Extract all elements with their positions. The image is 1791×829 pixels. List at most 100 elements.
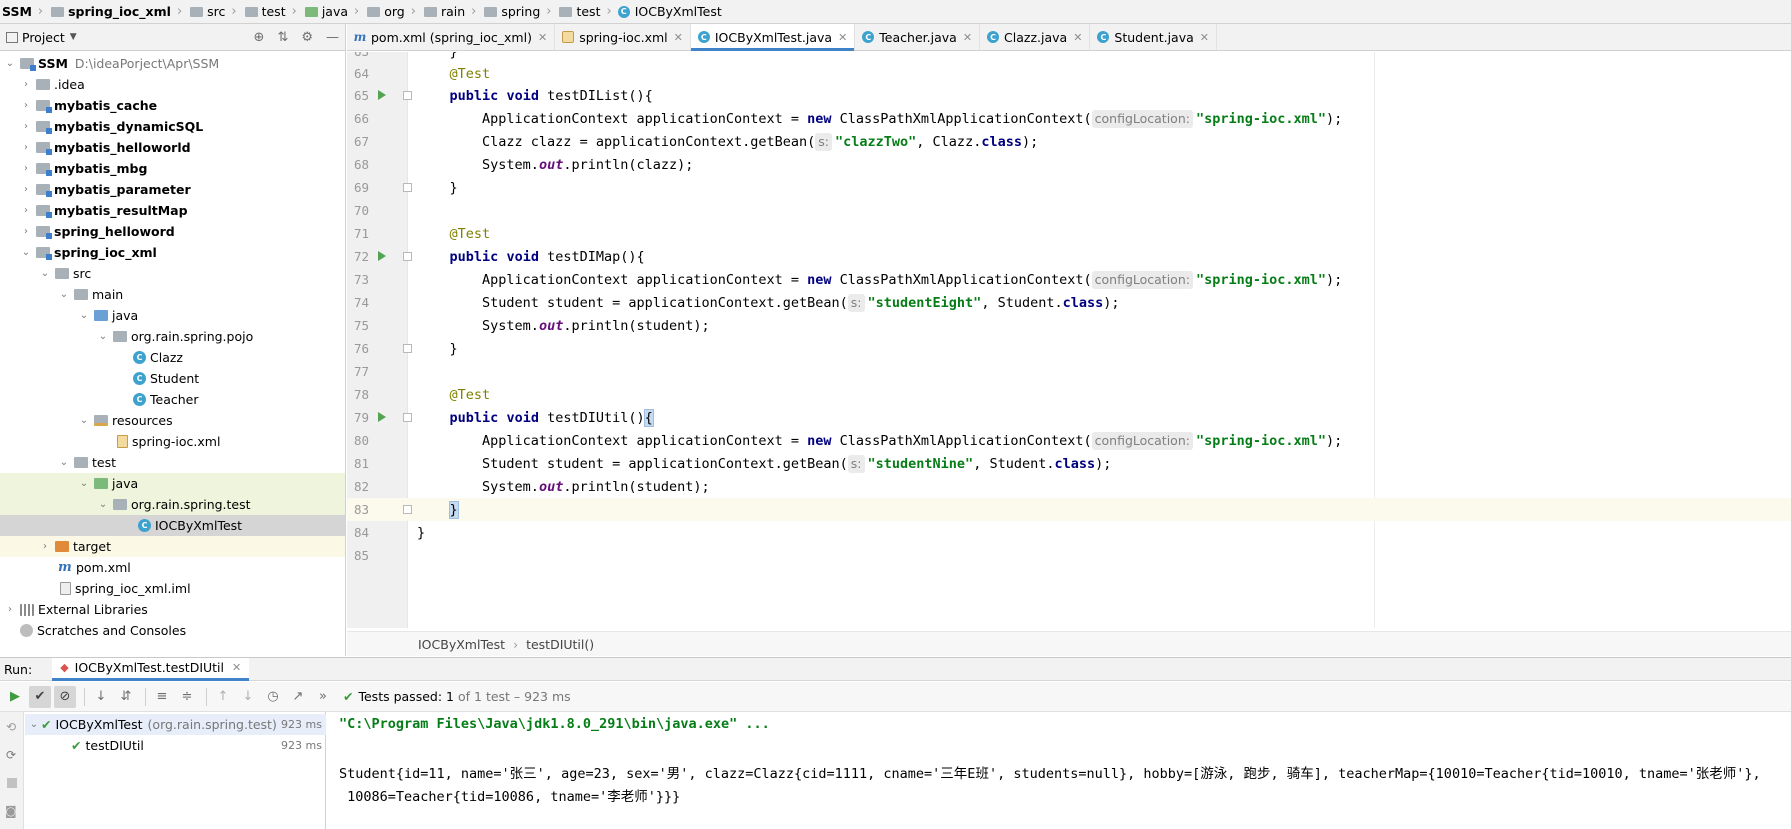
tree-item-student[interactable]: C Student [0, 368, 345, 389]
fold-icon[interactable] [403, 183, 412, 192]
tree-item-mybatis-dynamicsql[interactable]: › mybatis_dynamicSQL [0, 116, 345, 137]
code-editor[interactable]: 63 } 64 @Test 65 public void testDIList(… [347, 52, 1791, 628]
tab-student[interactable]: C Student.java ✕ [1090, 24, 1217, 50]
run-test-icon[interactable] [376, 250, 388, 262]
chevron-down-icon[interactable]: ⌄ [58, 457, 70, 468]
close-icon[interactable]: ✕ [538, 31, 547, 44]
tree-item-mybatis-parameter[interactable]: › mybatis_parameter [0, 179, 345, 200]
chevron-right-icon[interactable]: › [20, 205, 32, 216]
restore-icon[interactable]: ⟳ [6, 748, 16, 762]
fold-icon[interactable] [403, 91, 412, 100]
chevron-right-icon[interactable]: › [20, 163, 32, 174]
tree-item-resources[interactable]: ⌄ resources [0, 410, 345, 431]
chevron-right-icon[interactable]: › [4, 604, 16, 615]
editor-breadcrumb-method[interactable]: testDIUtil() [526, 637, 594, 652]
next-failed-icon[interactable]: ↓ [237, 686, 259, 708]
breadcrumb-test-pkg[interactable]: test › [557, 4, 617, 19]
fold-icon[interactable] [403, 344, 412, 353]
tree-item-ssm[interactable]: ⌄ SSM D:\ideaPorject\Apr\SSM [0, 53, 345, 74]
tree-item-test-java[interactable]: ⌄ java [0, 473, 345, 494]
tree-item-mybatis-cache[interactable]: › mybatis_cache [0, 95, 345, 116]
expand-all-icon[interactable]: ≡ [151, 686, 173, 708]
fold-icon[interactable] [403, 252, 412, 261]
chevron-down-icon[interactable]: ⌄ [20, 247, 32, 258]
console-output[interactable]: "C:\Program Files\Java\jdk1.8.0_291\bin\… [327, 712, 1791, 829]
breadcrumb-ssm[interactable]: SSM › [2, 4, 49, 19]
editor-breadcrumb-class[interactable]: IOCByXmlTest [418, 637, 505, 652]
breadcrumb-rain[interactable]: rain › [422, 4, 482, 19]
tree-item-src[interactable]: ⌄ src [0, 263, 345, 284]
tree-item-test-package[interactable]: ⌄ org.rain.spring.test [0, 494, 345, 515]
tree-item-scratches[interactable]: Scratches and Consoles [0, 620, 345, 641]
show-passed-icon[interactable]: ✔ [29, 685, 51, 708]
tree-item-iocbyxmltest[interactable]: C IOCByXmlTest [0, 515, 345, 536]
tree-item-spring-ioc-xml-file[interactable]: spring-ioc.xml [0, 431, 345, 452]
breadcrumb-test[interactable]: test › [243, 4, 303, 19]
breadcrumb-class[interactable]: C IOCByXmlTest [617, 4, 722, 19]
test-row-class[interactable]: ⌄ ✔ IOCByXmlTest (org.rain.spring.test) … [25, 714, 326, 735]
tree-item-pom-xml[interactable]: m pom.xml [0, 557, 345, 578]
tree-item-pojo-package[interactable]: ⌄ org.rain.spring.pojo [0, 326, 345, 347]
chevron-right-icon[interactable]: › [20, 121, 32, 132]
export-icon[interactable]: ↗ [287, 686, 309, 708]
chevron-down-icon[interactable]: ⌄ [78, 310, 90, 321]
tree-item-test[interactable]: ⌄ test [0, 452, 345, 473]
project-title[interactable]: Project [22, 30, 65, 45]
tree-item-mybatis-helloworld[interactable]: › mybatis_helloworld [0, 137, 345, 158]
tab-clazz[interactable]: C Clazz.java ✕ [980, 24, 1091, 50]
chevron-right-icon[interactable]: › [20, 184, 32, 195]
close-icon[interactable]: ✕ [838, 31, 847, 44]
more-icon[interactable]: » [312, 686, 334, 708]
chevron-down-icon[interactable]: ⌄ [27, 719, 41, 730]
chevron-right-icon[interactable]: › [39, 541, 51, 552]
breadcrumb-spring[interactable]: spring › [482, 4, 557, 19]
tree-item-clazz[interactable]: C Clazz [0, 347, 345, 368]
chevron-down-icon[interactable]: ⌄ [97, 499, 109, 510]
chevron-right-icon[interactable]: › [20, 79, 32, 90]
locate-icon[interactable]: ⊕ [254, 30, 265, 45]
chevron-down-icon[interactable]: ▼ [70, 32, 77, 42]
chevron-down-icon[interactable]: ⌄ [58, 289, 70, 300]
tab-teacher[interactable]: C Teacher.java ✕ [855, 24, 981, 50]
previous-failed-icon[interactable]: ↑ [212, 686, 234, 708]
breadcrumb-java[interactable]: java › [303, 4, 365, 19]
tree-item-spring-helloword[interactable]: › spring_helloword [0, 221, 345, 242]
tree-item-mybatis-mbg[interactable]: › mybatis_mbg [0, 158, 345, 179]
stop-icon[interactable] [7, 778, 17, 788]
collapse-all-icon[interactable]: ⇅ [277, 30, 288, 45]
tree-item-main[interactable]: ⌄ main [0, 284, 345, 305]
run-test-icon[interactable] [376, 411, 388, 423]
tab-pom-xml[interactable]: m pom.xml (spring_ioc_xml) ✕ [347, 24, 556, 50]
close-icon[interactable]: ✕ [674, 31, 683, 44]
history-icon[interactable]: ◷ [262, 686, 284, 708]
chevron-down-icon[interactable]: ⌄ [4, 58, 16, 69]
test-row-method[interactable]: ✔ testDIUtil 923 ms [25, 735, 326, 756]
tree-item-idea[interactable]: › .idea [0, 74, 345, 95]
breadcrumb-org[interactable]: org › [365, 4, 422, 19]
tree-item-target[interactable]: › target [0, 536, 345, 557]
collapse-all-icon[interactable]: ≑ [176, 686, 198, 708]
chevron-right-icon[interactable]: › [20, 226, 32, 237]
chevron-down-icon[interactable]: ⌄ [97, 331, 109, 342]
tab-spring-ioc-xml[interactable]: spring-ioc.xml ✕ [555, 24, 691, 50]
gear-icon[interactable]: ⚙ [301, 30, 313, 45]
chevron-right-icon[interactable]: › [20, 100, 32, 111]
close-icon[interactable]: ✕ [1200, 31, 1209, 44]
debug-icon[interactable]: ⟲ [6, 720, 16, 734]
show-ignored-icon[interactable]: ⊘ [54, 685, 76, 708]
chevron-down-icon[interactable]: ⌄ [78, 415, 90, 426]
tab-iocbyxmltest[interactable]: C IOCByXmlTest.java ✕ [690, 24, 856, 51]
tree-item-main-java[interactable]: ⌄ java [0, 305, 345, 326]
chevron-down-icon[interactable]: ⌄ [39, 268, 51, 279]
sort-alpha-icon[interactable]: ↓ [90, 686, 112, 708]
close-icon[interactable]: ✕ [963, 31, 972, 44]
close-icon[interactable]: ✕ [1073, 31, 1082, 44]
chevron-right-icon[interactable]: › [20, 142, 32, 153]
breadcrumb-module[interactable]: spring_ioc_xml › [49, 4, 188, 19]
close-icon[interactable]: ✕ [232, 661, 241, 674]
hide-icon[interactable]: — [326, 30, 339, 45]
tree-item-external-libraries[interactable]: › External Libraries [0, 599, 345, 620]
breadcrumb-src[interactable]: src › [188, 4, 242, 19]
tree-item-mybatis-resultmap[interactable]: › mybatis_resultMap [0, 200, 345, 221]
fold-icon[interactable] [403, 413, 412, 422]
